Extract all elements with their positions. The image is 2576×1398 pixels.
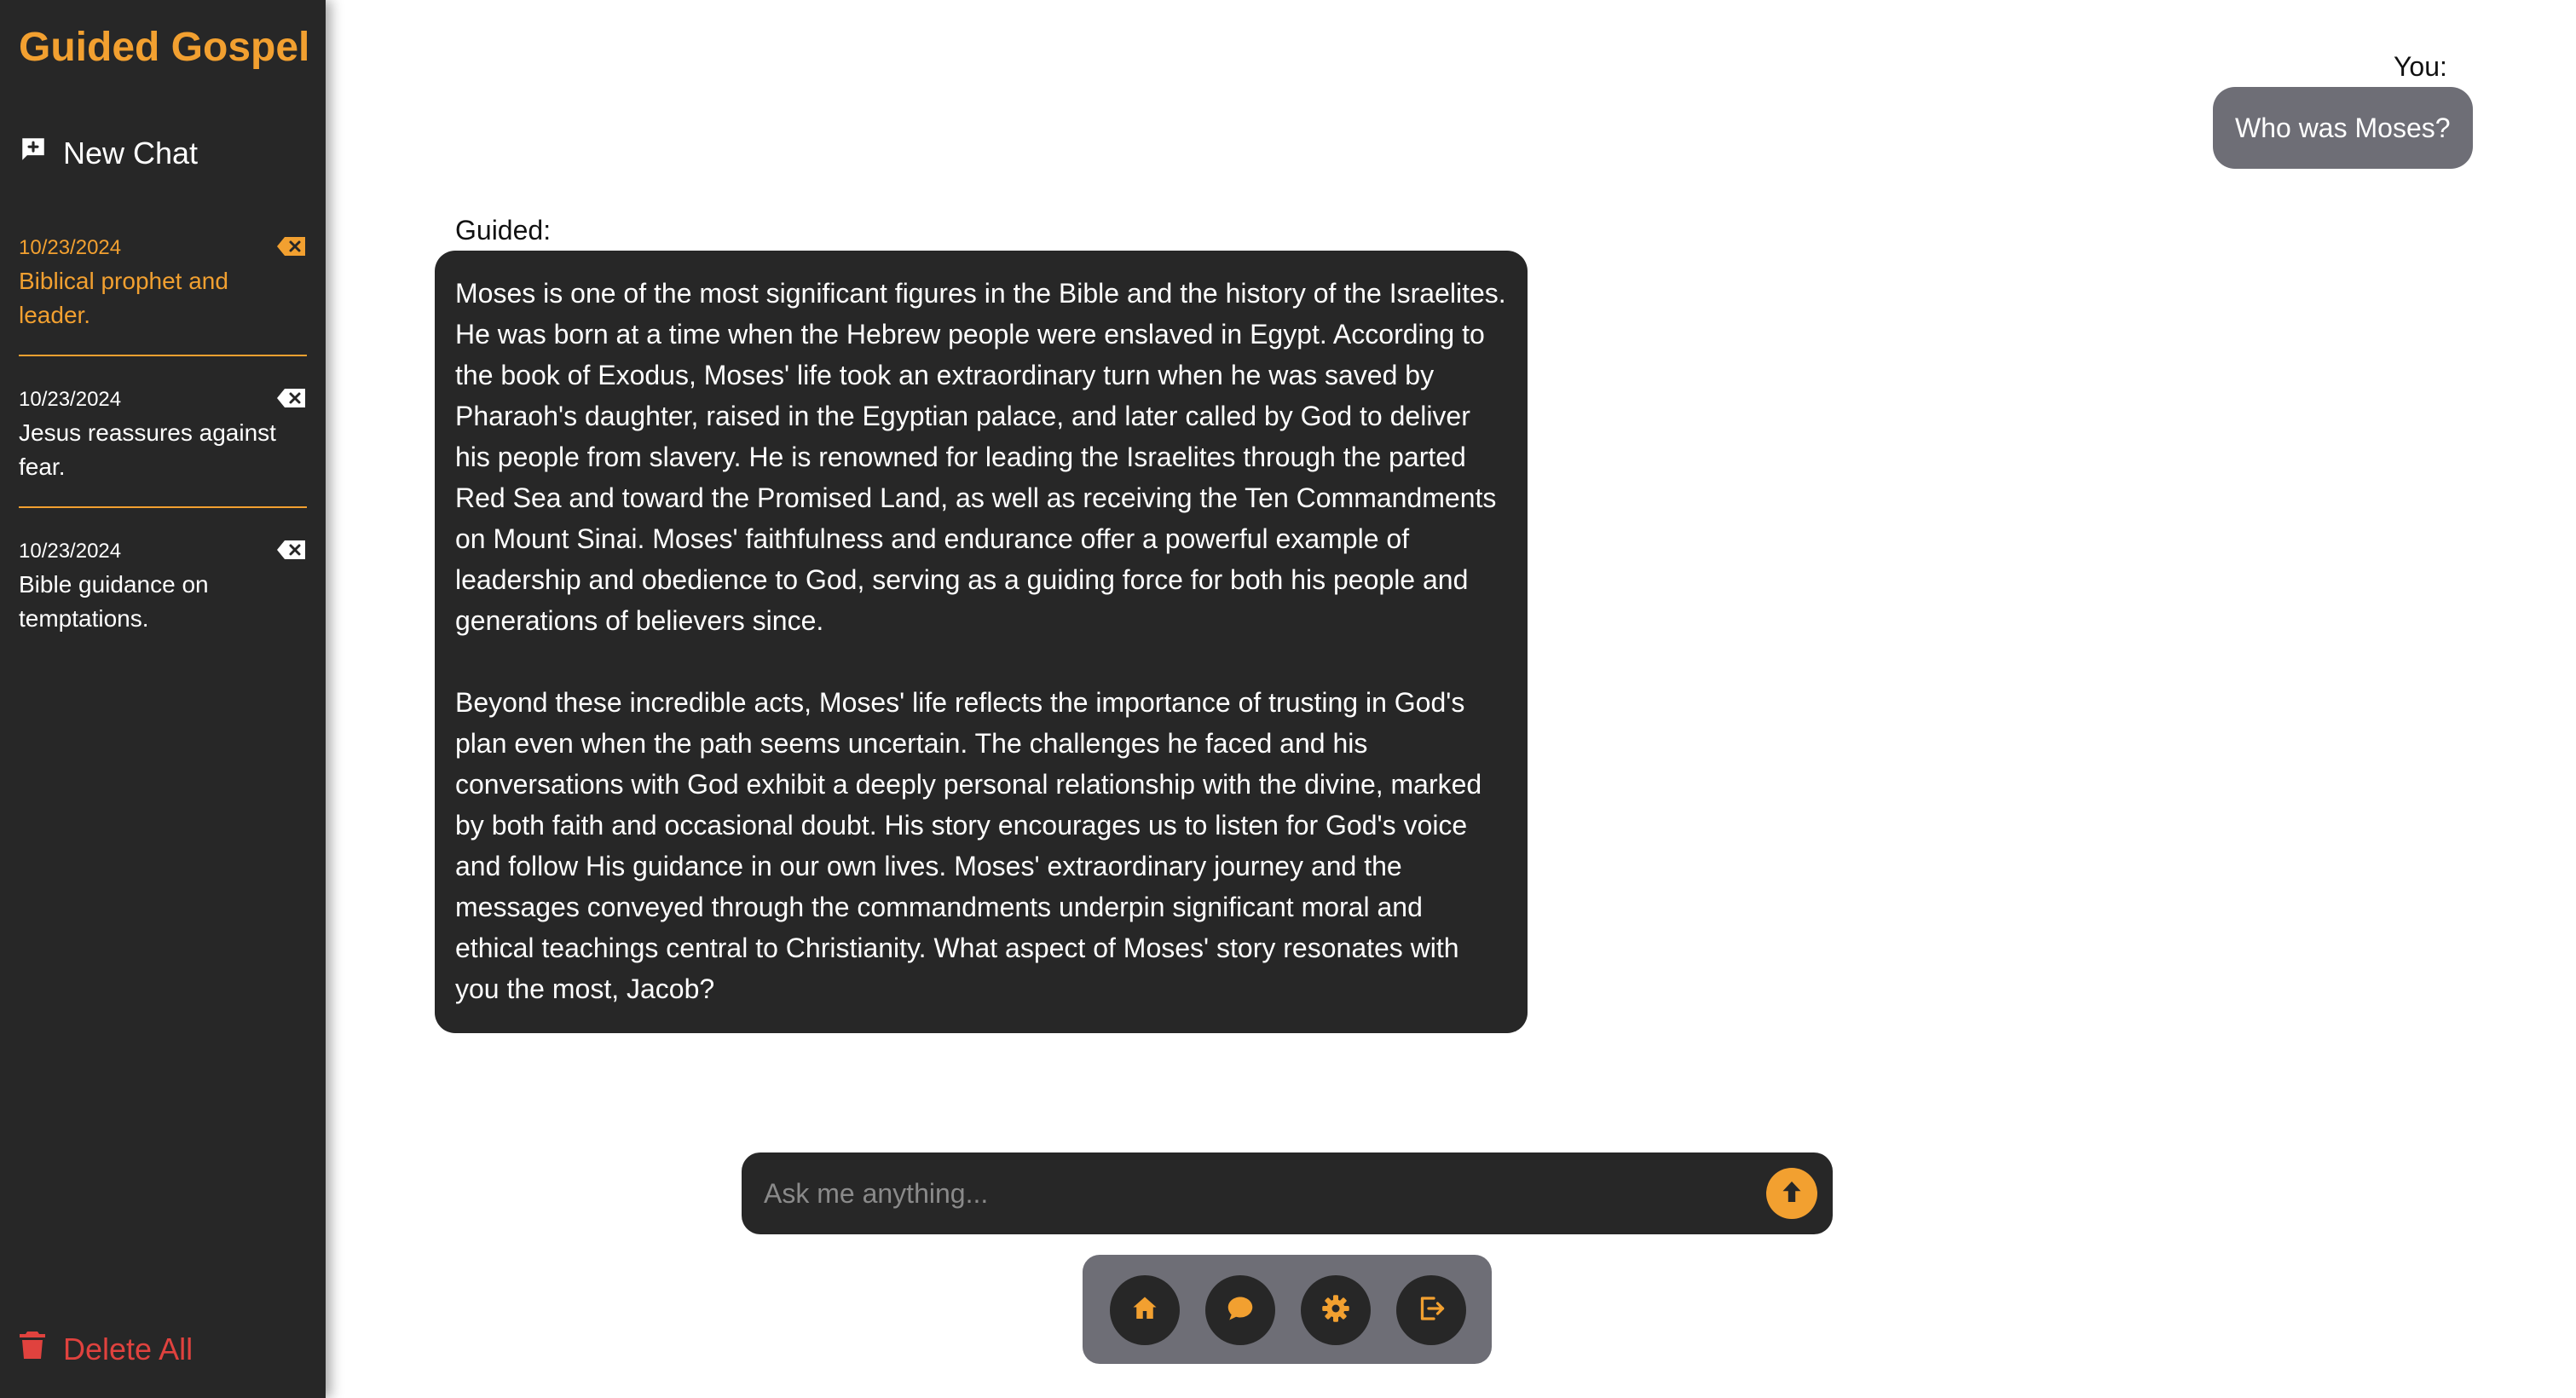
sidebar: Guided Gospel New Chat 10/23/2024 Biblic… [0, 0, 326, 1398]
history-divider [19, 506, 307, 508]
home-button[interactable] [1110, 1275, 1180, 1345]
history-item[interactable]: 10/23/2024 Jesus reassures against fear. [19, 387, 307, 484]
backspace-icon[interactable] [276, 387, 307, 409]
backspace-icon[interactable] [276, 235, 307, 257]
chat-bubble-icon [1225, 1293, 1256, 1328]
delete-all-button[interactable]: Delete All [19, 1330, 193, 1368]
brand-title: Guided Gospel [19, 25, 310, 70]
history-item[interactable]: 10/23/2024 Bible guidance on temptations… [19, 539, 307, 636]
history-title: Jesus reassures against fear. [19, 419, 276, 480]
composer [742, 1152, 1833, 1234]
history-title: Biblical prophet and leader. [19, 268, 228, 328]
backspace-icon[interactable] [276, 539, 307, 561]
send-button[interactable] [1766, 1168, 1817, 1219]
message-input[interactable] [762, 1152, 1734, 1234]
chat-button[interactable] [1205, 1275, 1275, 1345]
history-date: 10/23/2024 [19, 540, 122, 563]
settings-button[interactable] [1301, 1275, 1371, 1345]
new-chat-label: New Chat [63, 135, 199, 170]
assistant-label: Guided: [455, 215, 552, 246]
assistant-message-bubble: Moses is one of the most significant fig… [435, 251, 1528, 1033]
new-chat-button[interactable]: New Chat [19, 135, 198, 171]
chat-plus-icon [19, 135, 48, 171]
assistant-paragraph: Moses is one of the most significant fig… [455, 278, 1506, 636]
history-divider [19, 355, 307, 356]
assistant-paragraph: Beyond these incredible acts, Moses' lif… [455, 687, 1482, 1004]
user-label: You: [2394, 51, 2447, 82]
history-date: 10/23/2024 [19, 236, 122, 259]
arrow-up-circle-icon [1776, 1176, 1807, 1211]
history-date: 10/23/2024 [19, 388, 122, 411]
logout-button[interactable] [1396, 1275, 1466, 1345]
gear-icon [1320, 1293, 1351, 1328]
user-message-bubble: Who was Moses? [2213, 87, 2473, 169]
history-item[interactable]: 10/23/2024 Biblical prophet and leader. [19, 235, 307, 332]
logout-icon [1416, 1293, 1447, 1328]
history-title: Bible guidance on temptations. [19, 571, 209, 632]
trash-icon [19, 1330, 46, 1368]
bottom-nav [1083, 1255, 1492, 1364]
home-icon [1129, 1293, 1160, 1328]
delete-all-label: Delete All [63, 1331, 193, 1366]
app-root: Guided Gospel New Chat 10/23/2024 Biblic… [0, 0, 2576, 1398]
